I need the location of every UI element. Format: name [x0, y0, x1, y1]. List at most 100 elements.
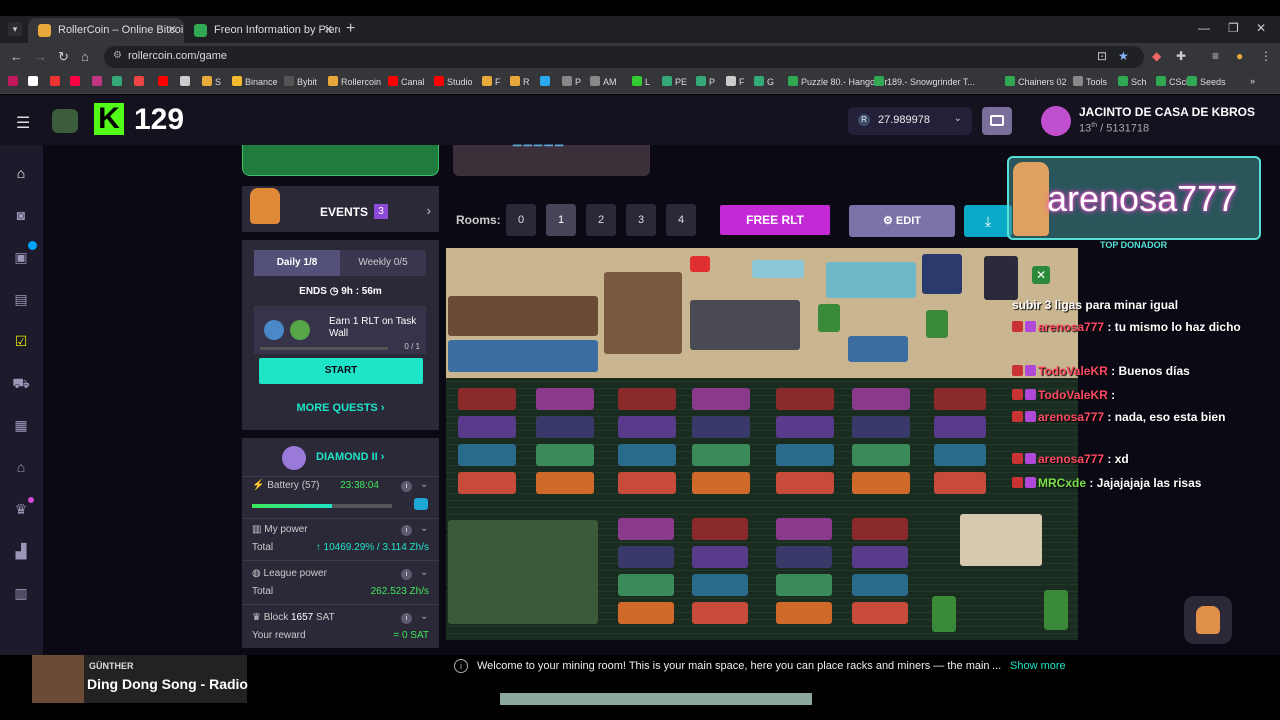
- avatar[interactable]: [1041, 106, 1071, 136]
- bookmark-item[interactable]: Bybit: [284, 76, 317, 87]
- balance-selector[interactable]: R 27.989978 ⌄: [848, 107, 972, 135]
- miner[interactable]: [536, 416, 594, 438]
- event-banner[interactable]: [242, 145, 439, 176]
- bookmark-item[interactable]: Studio: [434, 76, 473, 87]
- room-decoration[interactable]: [1044, 590, 1068, 630]
- miner[interactable]: [852, 472, 910, 494]
- bookmark-star-icon[interactable]: ★: [1118, 49, 1129, 63]
- bookmark-item[interactable]: [158, 76, 171, 87]
- miner[interactable]: [618, 546, 674, 568]
- room-decoration[interactable]: [932, 596, 956, 632]
- bookmark-item[interactable]: [92, 76, 105, 87]
- bookmark-item[interactable]: Seeds: [1187, 76, 1226, 87]
- home-icon[interactable]: ⌂: [12, 165, 30, 183]
- cat-helper-button[interactable]: [1184, 596, 1232, 644]
- room-button-1[interactable]: 1: [546, 204, 576, 236]
- miner[interactable]: [458, 472, 516, 494]
- forward-icon[interactable]: →: [34, 49, 47, 64]
- cart-icon[interactable]: ⛟: [12, 375, 30, 393]
- miner[interactable]: [692, 546, 748, 568]
- bookmark-item[interactable]: G: [754, 76, 774, 87]
- bookmark-item[interactable]: F: [726, 76, 745, 87]
- miner[interactable]: [852, 416, 910, 438]
- site-info-icon[interactable]: ⚙: [113, 50, 122, 61]
- bookmark-item[interactable]: P: [562, 76, 581, 87]
- room-decoration[interactable]: [690, 256, 710, 272]
- miner[interactable]: [776, 444, 834, 466]
- bookmark-item[interactable]: Sch: [1118, 76, 1147, 87]
- room-decoration[interactable]: [448, 520, 598, 624]
- miner[interactable]: [692, 472, 750, 494]
- storage-icon[interactable]: ▦: [12, 417, 30, 435]
- chat-username[interactable]: MRCxde: [1038, 476, 1086, 490]
- miner[interactable]: [852, 388, 910, 410]
- bookmark-item[interactable]: [180, 76, 193, 87]
- tab-rollercoin[interactable]: RollerCoin – Online Bitcoin Mining ✕: [28, 18, 184, 43]
- miner[interactable]: [458, 444, 516, 466]
- chevron-down-icon[interactable]: ⌄: [420, 523, 428, 534]
- close-window-icon[interactable]: ✕: [1256, 21, 1266, 35]
- chat-username[interactable]: TodoValeKR: [1038, 364, 1108, 378]
- reload-icon[interactable]: ↻: [58, 49, 69, 65]
- media-control-icon[interactable]: ≡: [1212, 49, 1219, 63]
- miner[interactable]: [692, 602, 748, 624]
- miner[interactable]: [536, 388, 594, 410]
- miner[interactable]: [776, 546, 832, 568]
- info-icon[interactable]: i: [401, 569, 412, 580]
- miner[interactable]: [692, 444, 750, 466]
- bookmark-item[interactable]: Chainers 02: [1005, 76, 1067, 87]
- minimize-icon[interactable]: —: [1198, 21, 1210, 35]
- miner[interactable]: [458, 416, 516, 438]
- events-panel[interactable]: EVENTS 3 ›: [242, 186, 439, 232]
- miner[interactable]: [618, 472, 676, 494]
- bookmark-item[interactable]: [8, 76, 21, 87]
- bookmark-item[interactable]: Tools: [1073, 76, 1107, 87]
- league-link[interactable]: DIAMOND II ›: [316, 451, 384, 463]
- miner[interactable]: [934, 416, 986, 438]
- info-icon[interactable]: i: [401, 525, 412, 536]
- close-icon[interactable]: ✕: [1032, 266, 1050, 284]
- room-decoration[interactable]: [604, 272, 682, 354]
- edit-room-button[interactable]: ⚙ EDIT: [849, 205, 955, 237]
- new-tab-button[interactable]: +: [346, 20, 355, 38]
- url-field[interactable]: ⚙ rollercoin.com/game: [104, 46, 1144, 68]
- miner[interactable]: [852, 574, 908, 596]
- room-decoration[interactable]: [448, 340, 598, 372]
- quests-check-icon[interactable]: ☑: [12, 333, 30, 351]
- room-decoration[interactable]: [448, 296, 598, 336]
- close-tab-icon[interactable]: ✕: [168, 23, 177, 36]
- gamepad-icon[interactable]: ◙: [12, 207, 30, 225]
- miner[interactable]: [692, 388, 750, 410]
- wallet-button[interactable]: [982, 107, 1012, 135]
- free-rlt-button[interactable]: FREE RLT: [720, 205, 830, 235]
- battery-charge-icon[interactable]: [414, 498, 428, 510]
- calendar-icon[interactable]: ▤: [12, 291, 30, 309]
- profile-icon[interactable]: ●: [1236, 49, 1243, 63]
- bookmark-item[interactable]: [50, 76, 63, 87]
- room-decoration[interactable]: [984, 256, 1018, 300]
- info-icon[interactable]: i: [401, 613, 412, 624]
- miner[interactable]: [618, 574, 674, 596]
- room-button-3[interactable]: 3: [626, 204, 656, 236]
- chat-username[interactable]: arenosa777: [1038, 452, 1104, 466]
- miner[interactable]: [618, 602, 674, 624]
- bookmark-item[interactable]: Binance: [232, 76, 278, 87]
- miner[interactable]: [776, 416, 834, 438]
- room-decoration[interactable]: [960, 514, 1042, 566]
- room-button-2[interactable]: 2: [586, 204, 616, 236]
- close-tab-icon[interactable]: ✕: [324, 23, 333, 36]
- miner[interactable]: [852, 444, 910, 466]
- miner[interactable]: [776, 574, 832, 596]
- room-decoration[interactable]: [818, 304, 840, 332]
- miner[interactable]: [618, 416, 676, 438]
- download-button[interactable]: ⤓: [964, 205, 1012, 237]
- tab-weekly[interactable]: Weekly 0/5: [340, 250, 426, 276]
- bookmark-item[interactable]: [28, 76, 41, 87]
- more-quests-link[interactable]: MORE QUESTS ›: [242, 402, 439, 414]
- username[interactable]: JACINTO DE CASA DE KBROS: [1079, 105, 1255, 119]
- bookmark-item[interactable]: F: [482, 76, 501, 87]
- extensions-puzzle-icon[interactable]: ✚: [1176, 49, 1186, 63]
- maximize-icon[interactable]: ❐: [1228, 21, 1239, 35]
- miner[interactable]: [934, 444, 986, 466]
- bookmark-item[interactable]: Rollercoin: [328, 76, 381, 87]
